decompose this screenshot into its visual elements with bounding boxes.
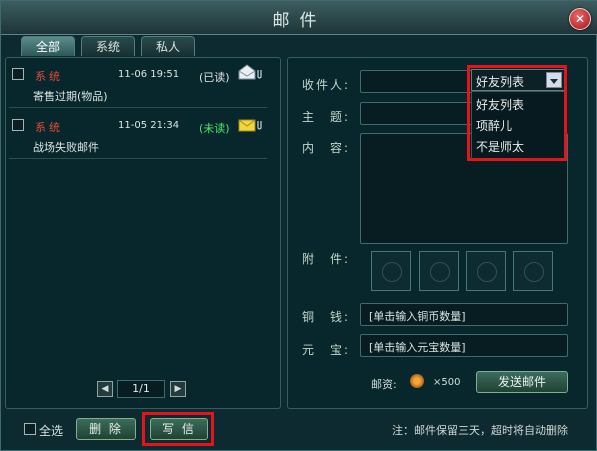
attachment-icon bbox=[257, 70, 262, 79]
close-icon: ✕ bbox=[574, 12, 586, 26]
subject-label: 主 题: bbox=[302, 110, 351, 124]
attachment-icon bbox=[257, 121, 262, 130]
tab-system[interactable]: 系统 bbox=[81, 36, 135, 56]
mail-status: (已读) bbox=[199, 71, 230, 84]
divider bbox=[9, 158, 267, 159]
window-title: 邮件 bbox=[272, 11, 327, 31]
attachment-slot[interactable] bbox=[513, 251, 553, 291]
opened-envelope-icon bbox=[238, 64, 256, 80]
coin-icon bbox=[410, 374, 424, 388]
close-button[interactable]: ✕ bbox=[569, 8, 591, 30]
mail-sender: 系统 bbox=[35, 70, 63, 83]
highlight-box bbox=[467, 65, 567, 161]
content-label: 内 容: bbox=[302, 141, 351, 155]
attachment-slot[interactable] bbox=[466, 251, 506, 291]
title-bar: 邮件 ✕ bbox=[1, 1, 597, 35]
prev-page-button[interactable]: ◀ bbox=[97, 381, 113, 397]
select-all-label: 全选 bbox=[39, 424, 64, 438]
attachment-slot[interactable] bbox=[371, 251, 411, 291]
next-page-button[interactable]: ▶ bbox=[170, 381, 186, 397]
mail-checkbox[interactable] bbox=[12, 68, 24, 80]
divider bbox=[9, 107, 267, 108]
mail-subject: 战场失败邮件 bbox=[33, 141, 99, 154]
copper-label: 铜 钱: bbox=[302, 310, 351, 324]
attachment-slot[interactable] bbox=[419, 251, 459, 291]
closed-envelope-icon bbox=[238, 119, 256, 132]
tab-private[interactable]: 私人 bbox=[141, 36, 195, 56]
tab-all[interactable]: 全部 bbox=[21, 36, 75, 56]
arrow-left-icon: ◀ bbox=[101, 384, 109, 394]
page-indicator: 1/1 bbox=[117, 380, 165, 398]
mail-time: 11-05 21:34 bbox=[118, 120, 180, 131]
retention-note: 注：邮件保留三天，超时将自动删除 bbox=[392, 424, 568, 437]
postage-label: 邮资: bbox=[371, 378, 397, 391]
highlight-box bbox=[142, 412, 214, 446]
mail-checkbox[interactable] bbox=[12, 119, 24, 131]
mail-window: 邮件 ✕ 全部 系统 私人 系统 11-06 19:51 (已读) 寄售过期(物… bbox=[0, 0, 597, 451]
postage-value: ×500 bbox=[433, 377, 461, 388]
arrow-right-icon: ▶ bbox=[174, 384, 182, 394]
attachment-label: 附 件: bbox=[302, 252, 351, 266]
select-all-checkbox[interactable] bbox=[24, 423, 36, 435]
delete-button[interactable]: 删 除 bbox=[76, 418, 136, 440]
mail-subject: 寄售过期(物品) bbox=[33, 90, 108, 103]
gold-placeholder: [单击输入元宝数量] bbox=[369, 341, 466, 354]
mail-status: (未读) bbox=[199, 122, 230, 135]
recipient-label: 收件人: bbox=[302, 78, 351, 92]
mail-time: 11-06 19:51 bbox=[118, 69, 180, 80]
copper-input[interactable]: [单击输入铜币数量] bbox=[360, 303, 568, 326]
gold-label: 元 宝: bbox=[302, 343, 351, 357]
gold-input[interactable]: [单击输入元宝数量] bbox=[360, 334, 568, 357]
send-mail-button[interactable]: 发送邮件 bbox=[476, 371, 568, 393]
copper-placeholder: [单击输入铜币数量] bbox=[369, 310, 466, 323]
mail-sender: 系统 bbox=[35, 121, 63, 134]
mail-list-panel bbox=[5, 57, 281, 409]
